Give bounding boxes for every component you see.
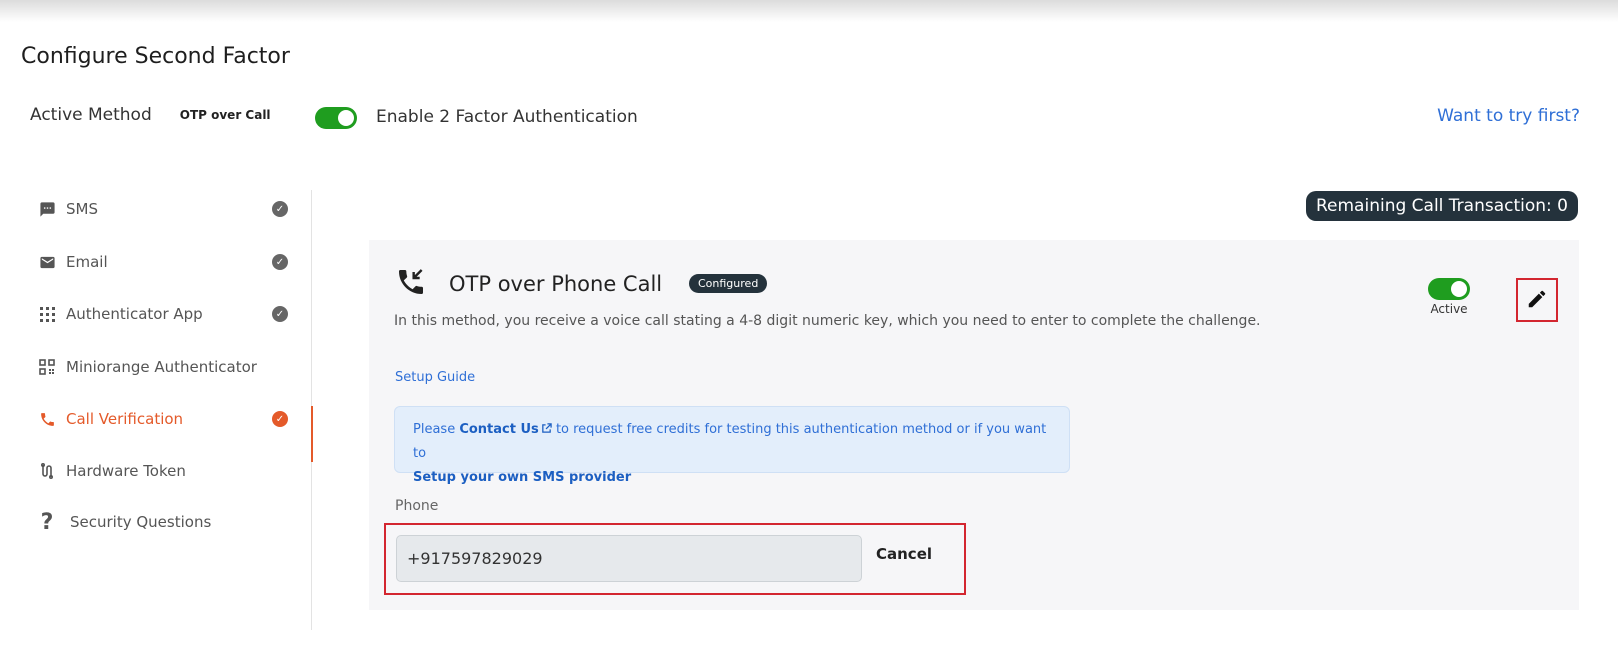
method-sidebar: SMS ✓ Email ✓ Authenticator App ✓ Minior… [0,190,312,630]
configured-badge: Configured [689,274,768,293]
external-link-icon [541,423,552,433]
info-banner: Please Contact Us to request free credit… [394,406,1070,485]
active-method-chip: OTP over Call [169,104,281,126]
sidebar-item-label: Hardware Token [66,462,186,480]
check-icon: ✓ [272,254,288,270]
cancel-button[interactable]: Cancel [876,545,932,563]
check-icon: ✓ [272,306,288,322]
check-icon: ✓ [272,411,288,427]
sidebar-item-label: SMS [66,200,98,218]
sidebar-item-label: Miniorange Authenticator [66,358,257,376]
active-item-indicator [311,406,313,462]
sidebar-item-call-verification[interactable]: Call Verification ✓ [38,404,288,434]
sidebar-item-sms[interactable]: SMS ✓ [38,194,288,224]
phone-callback-icon [395,266,427,298]
qr-icon [38,358,56,376]
check-icon: ✓ [272,201,288,217]
enable-2fa-toggle[interactable] [315,107,357,129]
top-bar-shadow [0,0,1618,22]
sidebar-item-label: Authenticator App [66,305,203,323]
grid-icon [38,305,56,323]
call-verification-card: OTP over Phone Call Configured Active In… [369,240,1579,610]
remaining-transactions-badge: Remaining Call Transaction: 0 [1305,191,1578,221]
sidebar-item-security-questions[interactable]: ? Security Questions [38,507,288,537]
sms-icon [38,200,56,218]
method-description: In this method, you receive a voice call… [394,313,1261,329]
want-to-try-link[interactable]: Want to try first? [1437,106,1580,126]
page-title: Configure Second Factor [21,44,290,69]
mail-icon [38,253,56,271]
sidebar-item-label: Email [66,253,108,271]
pencil-icon [1526,288,1548,313]
phone-input[interactable] [396,535,862,582]
phone-icon [38,410,56,428]
contact-us-link[interactable]: Contact Us [459,422,552,437]
sidebar-item-authenticator-app[interactable]: Authenticator App ✓ [38,299,288,329]
question-icon: ? [40,509,54,535]
setup-sms-provider-link[interactable]: Setup your own SMS provider [413,470,631,485]
info-prefix: Please [413,422,456,437]
edit-button[interactable] [1516,278,1558,322]
sidebar-item-hardware-token[interactable]: Hardware Token [38,456,288,486]
setup-guide-link[interactable]: Setup Guide [395,370,475,385]
phone-label: Phone [395,498,439,514]
enable-2fa-label: Enable 2 Factor Authentication [376,107,638,127]
sidebar-item-label: Call Verification [66,410,184,428]
sidebar-item-email[interactable]: Email ✓ [38,247,288,277]
phone-edit-area: Cancel [384,523,966,595]
method-active-toggle[interactable] [1428,278,1470,300]
card-title: OTP over Phone Call [449,272,663,296]
active-method-label: Active Method [30,105,152,125]
sidebar-item-miniorange-authenticator[interactable]: Miniorange Authenticator [38,352,288,382]
method-status-label: Active [1430,302,1468,316]
sidebar-item-label: Security Questions [70,513,212,531]
active-method-row: Active Method OTP over Call [30,102,281,128]
token-icon [38,462,56,480]
